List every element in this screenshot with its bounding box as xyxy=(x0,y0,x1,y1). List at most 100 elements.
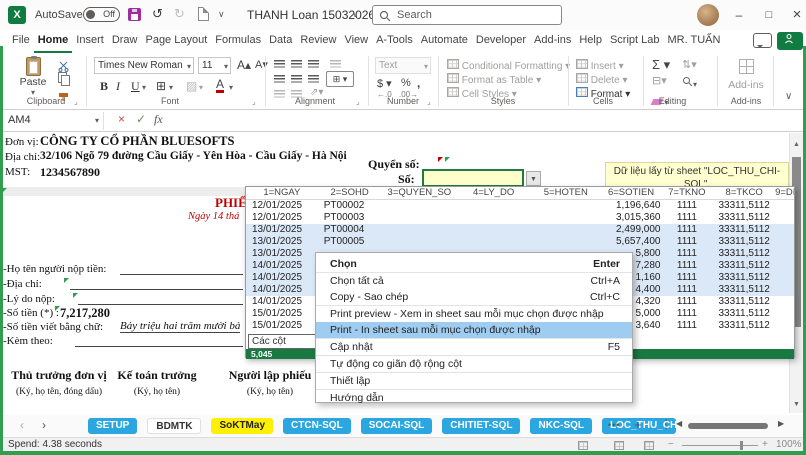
ribbon-tab[interactable]: Data xyxy=(265,30,296,53)
sheet-tab[interactable]: SOCAI-SQL xyxy=(361,418,433,434)
dropdown-row[interactable]: 13/01/2025 PT00005 5,657,400 1111 33311,… xyxy=(246,236,794,248)
scroll-down-icon[interactable]: ▼ xyxy=(793,401,800,408)
chevron-down-icon[interactable]: ∨ xyxy=(352,9,359,20)
sheet-tab[interactable]: SETUP xyxy=(88,418,137,434)
ribbon-tab[interactable]: Home xyxy=(34,30,73,53)
zoom-in-icon[interactable]: + xyxy=(762,439,768,450)
document-title[interactable]: THANH Loan 15032026... xyxy=(247,8,385,22)
align-center-icon[interactable] xyxy=(291,75,302,83)
sheet-tab[interactable]: NKC-SQL xyxy=(530,418,592,434)
autosum-icon[interactable]: Σ ▾ xyxy=(652,57,670,73)
new-sheet-icon[interactable]: + xyxy=(634,417,642,432)
ribbon-tab[interactable]: Insert xyxy=(72,30,108,53)
context-menu-item[interactable]: Tự động co giãn độ rộng cột xyxy=(316,356,632,373)
page-layout-view-icon[interactable] xyxy=(614,441,624,450)
print-preview-icon[interactable] xyxy=(198,7,209,21)
ribbon-tab[interactable]: View xyxy=(340,30,372,53)
hscroll-right-icon[interactable]: ▶ xyxy=(778,419,784,428)
chevron-down-icon[interactable]: ▾ xyxy=(229,83,233,92)
undo-icon[interactable]: ↺ xyxy=(152,7,163,21)
copy-button[interactable] xyxy=(58,72,67,83)
ribbon-tab[interactable]: Page Layout xyxy=(141,30,211,53)
decrease-indent-icon[interactable] xyxy=(274,90,285,98)
insert-function-icon[interactable]: fx xyxy=(154,112,163,127)
formula-input[interactable] xyxy=(176,110,806,131)
so-input[interactable] xyxy=(422,169,524,187)
font-dialog-launcher-icon[interactable]: ⌟ xyxy=(252,97,256,106)
page-break-view-icon[interactable] xyxy=(644,441,654,450)
align-middle-icon[interactable] xyxy=(291,60,302,68)
name-box[interactable]: AM4 ▾ xyxy=(4,112,104,130)
zoom-out-icon[interactable]: − xyxy=(668,439,674,450)
sheet-tab[interactable]: BDMTK xyxy=(147,418,201,434)
grow-font-icon[interactable]: A▴ xyxy=(237,58,251,72)
ribbon-tab[interactable]: Script Lab xyxy=(606,30,664,53)
so-dropdown-button[interactable]: ▼ xyxy=(526,171,541,186)
chevron-down-icon[interactable]: ▾ xyxy=(169,83,173,92)
alignment-dialog-launcher-icon[interactable]: ⌟ xyxy=(356,97,360,106)
ribbon-tab[interactable]: Add-ins xyxy=(530,30,575,53)
save-icon[interactable] xyxy=(128,8,141,21)
cancel-icon[interactable]: × xyxy=(118,112,125,126)
customize-quick-access-icon[interactable]: ∨ xyxy=(218,9,225,20)
zoom-slider-thumb[interactable] xyxy=(740,441,743,450)
context-menu-item[interactable]: Print preview - Xem in sheet sau mỗi mục… xyxy=(316,306,632,322)
hscroll-left-icon[interactable]: ◀ xyxy=(676,419,682,428)
underline-button[interactable]: U xyxy=(131,79,140,94)
enter-icon[interactable]: ✓ xyxy=(136,112,146,126)
ribbon-tab[interactable]: Review xyxy=(296,30,340,53)
zoom-level[interactable]: 100% xyxy=(776,439,802,450)
scrollbar-thumb[interactable] xyxy=(688,423,768,429)
ribbon-tab[interactable]: Developer xyxy=(472,30,530,53)
prev-sheet-icon[interactable]: ‹ xyxy=(20,418,24,432)
context-menu-item[interactable]: Cập nhật F5 xyxy=(316,339,632,356)
ribbon-tab[interactable]: MR. TUẤN xyxy=(663,30,724,53)
normal-view-icon[interactable] xyxy=(578,441,588,450)
zoom-slider[interactable] xyxy=(682,445,758,446)
dropdown-row[interactable]: 12/01/2025 PT00002 1,196,640 1111 33311,… xyxy=(246,200,794,212)
comma-style-icon[interactable]: , xyxy=(417,76,420,90)
dropdown-row[interactable]: 12/01/2025 PT00003 3,015,360 1111 33311,… xyxy=(246,212,794,224)
excel-app-icon[interactable]: X xyxy=(8,6,26,24)
align-bottom-icon[interactable] xyxy=(308,60,319,68)
maximize-button[interactable]: □ xyxy=(756,0,782,30)
align-left-icon[interactable] xyxy=(274,75,285,83)
context-menu-item[interactable]: Chọn Enter xyxy=(316,256,632,273)
font-name-select[interactable]: Times New Roman▾ xyxy=(94,57,194,74)
collapse-ribbon-icon[interactable]: ∨ xyxy=(785,91,792,102)
clipboard-dialog-launcher-icon[interactable]: ⌟ xyxy=(74,97,78,106)
align-top-icon[interactable] xyxy=(274,60,285,68)
ribbon-tab[interactable]: Formulas xyxy=(211,30,265,53)
share-button[interactable] xyxy=(777,32,803,50)
ribbon-tab[interactable]: Draw xyxy=(108,30,142,53)
sheet-tab[interactable]: CTCN-SQL xyxy=(283,418,351,434)
context-menu-item[interactable]: Print - In sheet sau mỗi mục chọn được n… xyxy=(316,322,632,339)
borders-icon[interactable]: ⊞ xyxy=(156,79,166,93)
search-input[interactable]: Search xyxy=(372,5,562,25)
context-menu-item[interactable]: Copy - Sao chép Ctrl+C xyxy=(316,289,632,306)
scroll-up-icon[interactable]: ▲ xyxy=(793,141,800,148)
font-size-select[interactable]: 11▾ xyxy=(198,57,231,74)
chevron-down-icon[interactable]: ▾ xyxy=(142,83,146,92)
sheet-options-icon[interactable]: ⋮ xyxy=(660,417,672,431)
align-right-icon[interactable] xyxy=(308,75,319,83)
ribbon-tab[interactable]: Automate xyxy=(417,30,472,53)
fill-color-icon[interactable]: ▨ xyxy=(186,79,197,93)
bold-button[interactable]: B xyxy=(100,79,108,94)
number-dialog-launcher-icon[interactable]: ⌟ xyxy=(427,97,431,106)
percent-icon[interactable]: % xyxy=(401,77,411,89)
font-color-icon[interactable]: A xyxy=(216,78,224,93)
avatar[interactable] xyxy=(697,4,719,26)
ribbon-tab[interactable]: Help xyxy=(575,30,606,53)
comments-icon[interactable] xyxy=(753,33,772,48)
minimize-button[interactable]: – xyxy=(726,0,752,30)
ribbon-tab[interactable]: File xyxy=(8,30,34,53)
context-menu-item[interactable]: Thiết lập xyxy=(316,373,632,390)
autosave-toggle[interactable]: Off xyxy=(83,7,120,22)
italic-button[interactable]: I xyxy=(116,79,120,94)
more-sheets-icon[interactable]: ••• xyxy=(608,420,620,430)
ribbon-tab[interactable]: A-Tools xyxy=(372,30,417,53)
merge-center-button[interactable]: ⊞ ▾ xyxy=(326,71,354,87)
columns-filter-box[interactable]: Các cột xyxy=(248,334,322,349)
next-sheet-icon[interactable]: › xyxy=(42,418,46,432)
